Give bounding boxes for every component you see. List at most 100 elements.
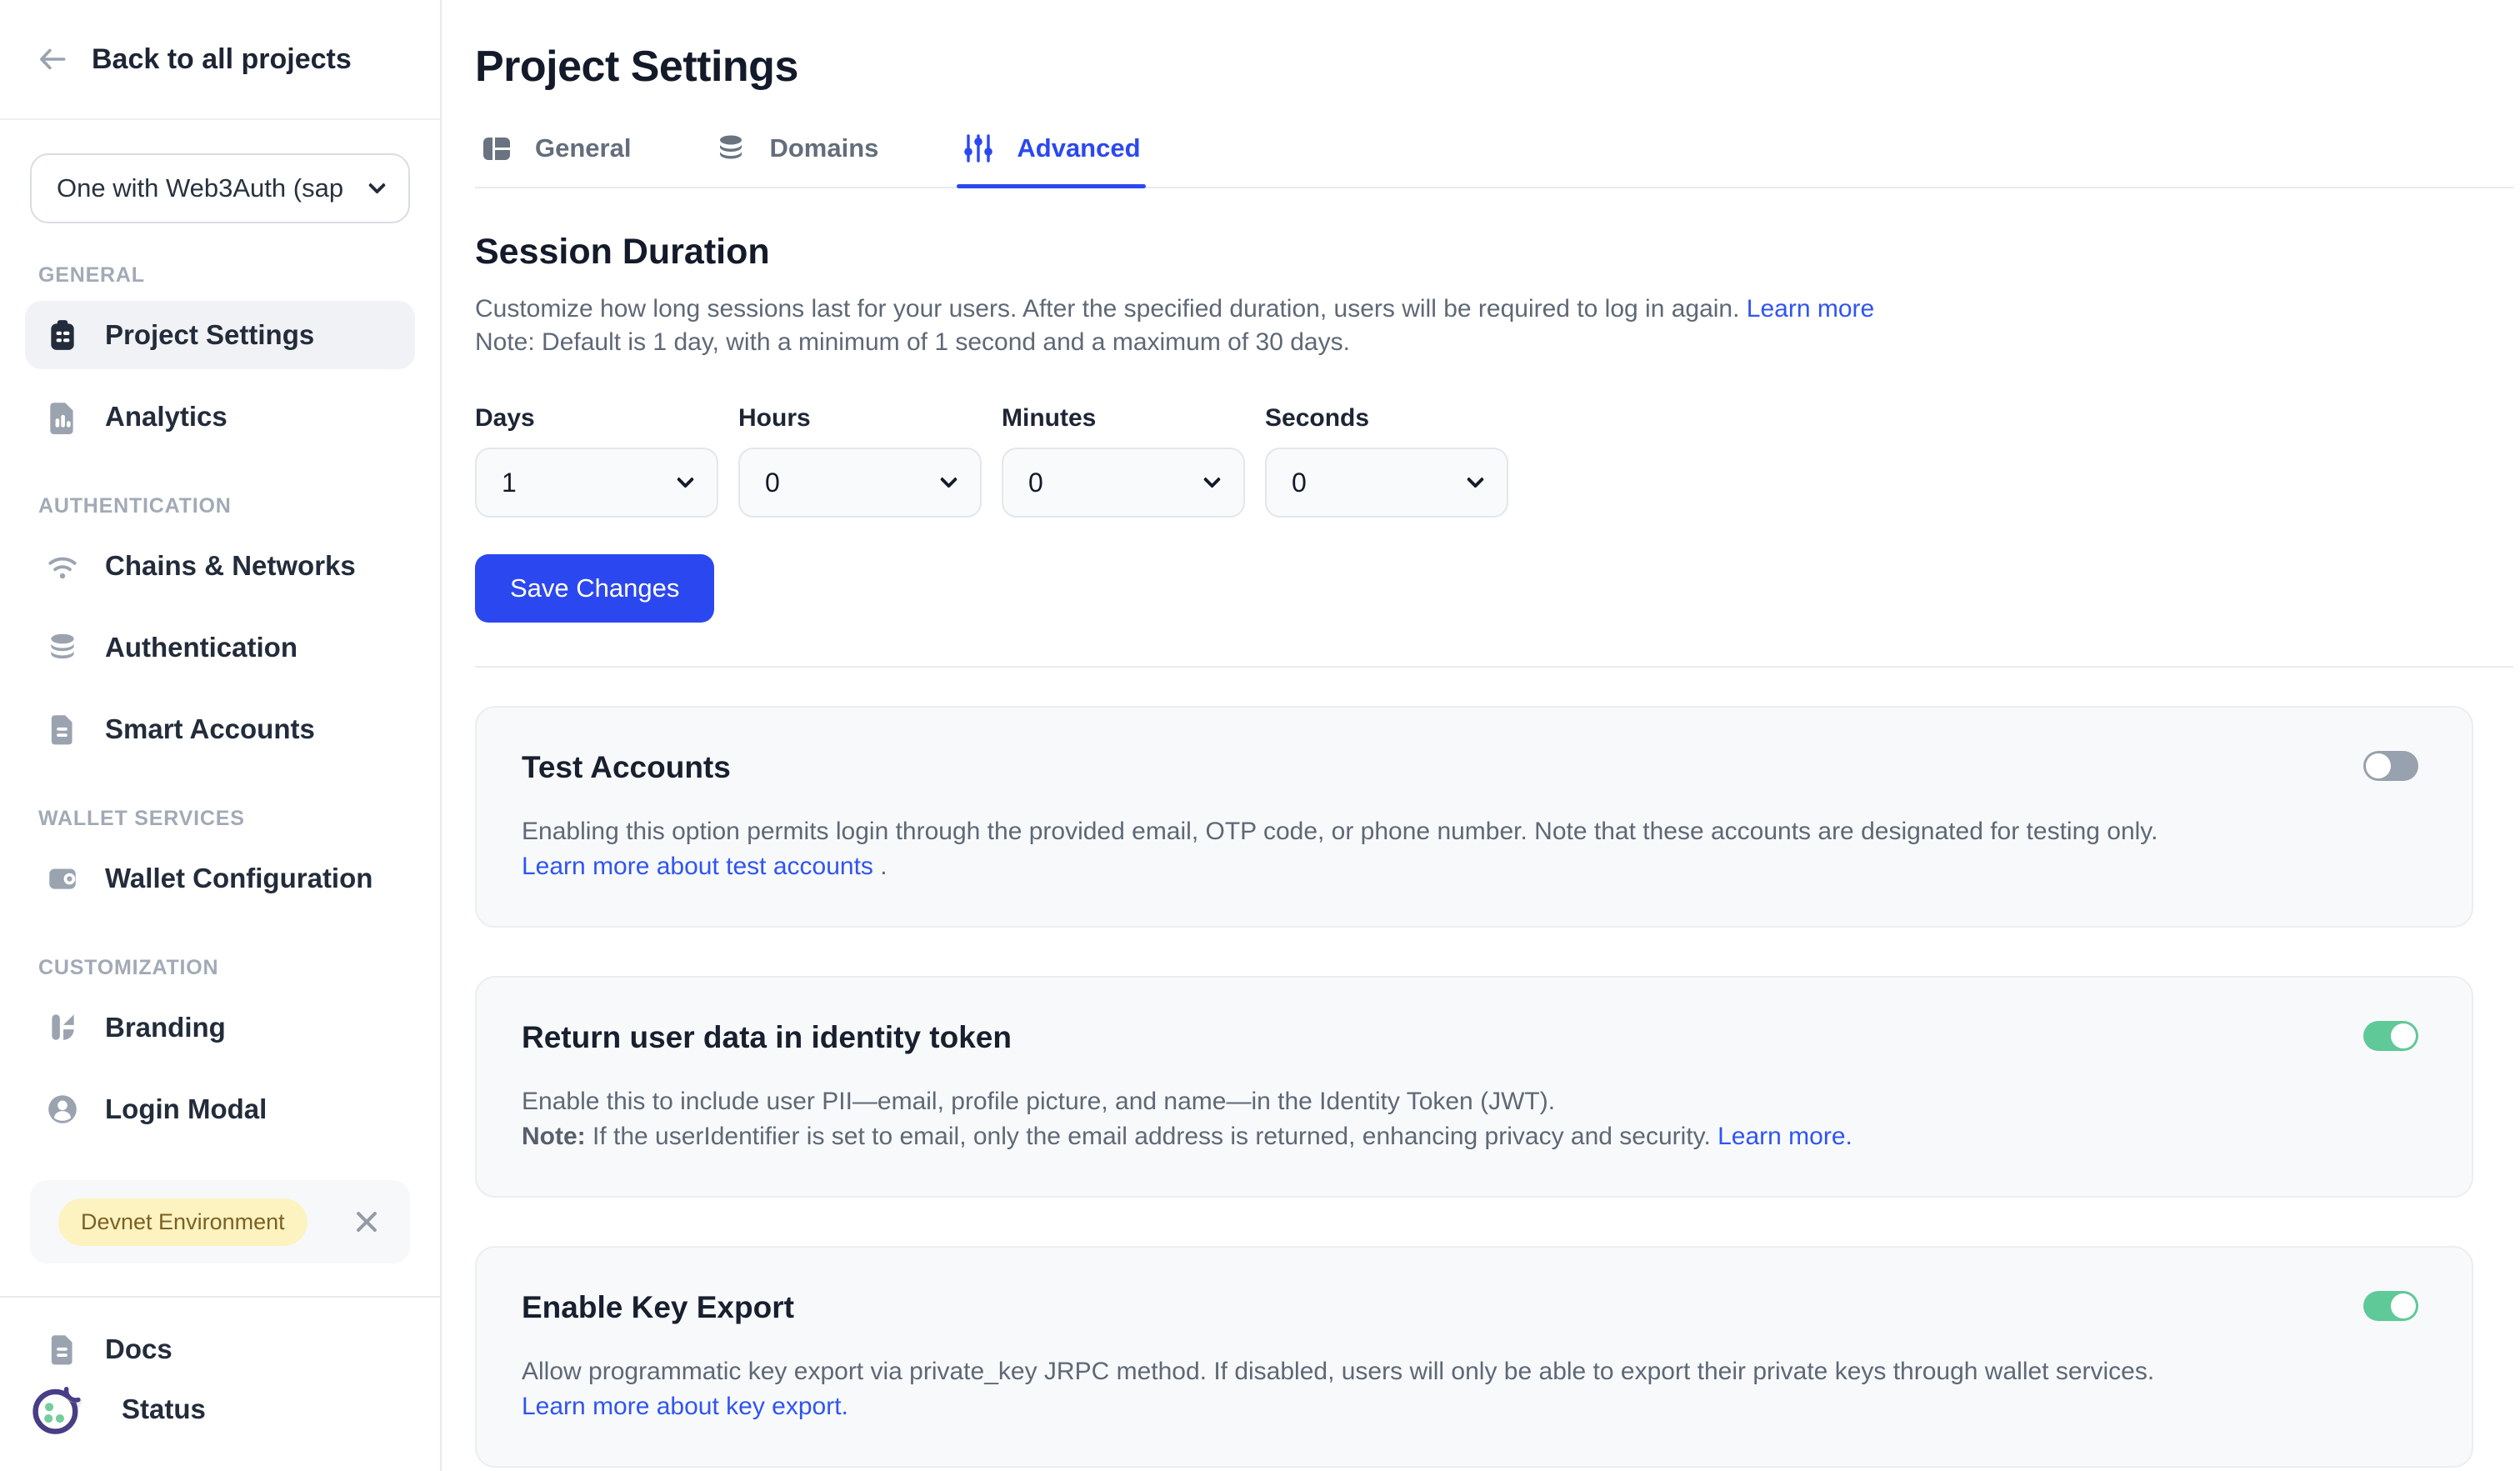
wallet-icon <box>45 861 80 896</box>
sidebar-item-branding[interactable]: Branding <box>25 993 415 1062</box>
sidebar-item-label: Branding <box>105 1012 226 1043</box>
sidebar-item-label: Wallet Configuration <box>105 863 372 894</box>
toggle-knob <box>2366 753 2391 778</box>
web3auth-dashboard: Back to all projects One with Web3Auth (… <box>0 0 2520 1471</box>
toggle-knob <box>2391 1293 2416 1318</box>
minutes-label: Minutes <box>1002 404 1245 433</box>
devnet-environment-box: Devnet Environment <box>30 1180 410 1263</box>
card-note-line: Note: If the userIdentifier is set to em… <box>522 1119 2427 1154</box>
description-text: Customize how long sessions last for you… <box>475 295 1739 323</box>
tab-label: General <box>535 133 631 163</box>
database-icon <box>714 132 748 165</box>
identity-token-card: Return user data in identity token Enabl… <box>475 976 2473 1198</box>
chevron-down-icon <box>368 176 386 193</box>
hours-value: 0 <box>765 468 780 498</box>
card-title: Enable Key Export <box>522 1289 2427 1326</box>
learn-more-test-accounts-link[interactable]: Learn more about test accounts <box>522 853 873 880</box>
section-label-general: GENERAL <box>38 263 415 288</box>
duration-fields: Days 1 Hours 0 Minutes 0 <box>475 404 2513 518</box>
section-label-authentication: AUTHENTICATION <box>38 494 415 518</box>
chevron-down-icon <box>1467 470 1484 488</box>
project-selector-value: One with Web3Auth (sap <box>57 173 358 203</box>
sidebar-item-label: Status <box>122 1393 206 1425</box>
close-icon[interactable] <box>352 1207 382 1237</box>
sidebar-item-smart-accounts[interactable]: Smart Accounts <box>25 695 415 763</box>
wifi-icon <box>45 548 80 583</box>
days-value: 1 <box>502 468 517 498</box>
sidebar-item-label: Docs <box>105 1333 172 1365</box>
database-icon <box>45 630 80 665</box>
minutes-select[interactable]: 0 <box>1002 448 1245 518</box>
chevron-down-icon <box>677 470 694 488</box>
field-minutes: Minutes 0 <box>1002 404 1245 518</box>
save-changes-button[interactable]: Save Changes <box>475 554 714 623</box>
palette-icon <box>45 1010 80 1045</box>
sidebar-item-chains-networks[interactable]: Chains & Networks <box>25 532 415 600</box>
section-label-wallet-services: WALLET SERVICES <box>38 807 415 831</box>
chevron-down-icon <box>1203 470 1221 488</box>
days-select[interactable]: 1 <box>475 448 718 518</box>
sidebar: Back to all projects One with Web3Auth (… <box>0 0 442 1471</box>
sidebar-item-status[interactable]: Status <box>25 1379 415 1439</box>
table-icon <box>480 132 513 165</box>
identity-token-toggle[interactable] <box>2363 1021 2418 1051</box>
arrow-left-icon <box>35 42 70 77</box>
sidebar-item-analytics[interactable]: Analytics <box>25 383 415 451</box>
tab-advanced[interactable]: Advanced <box>957 130 1145 187</box>
seconds-select[interactable]: 0 <box>1265 448 1508 518</box>
key-export-toggle[interactable] <box>2363 1291 2418 1321</box>
note-label: Note: <box>522 1123 586 1150</box>
card-text: Allow programmatic key export via privat… <box>522 1354 2427 1389</box>
card-body: Enabling this option permits login throu… <box>522 814 2180 884</box>
sliders-icon <box>962 132 995 165</box>
test-accounts-toggle[interactable] <box>2363 751 2418 781</box>
card-body: Enable this to include user PII—email, p… <box>522 1084 2427 1154</box>
card-text: Enable this to include user PII—email, p… <box>522 1084 2427 1119</box>
tab-general[interactable]: General <box>475 130 636 187</box>
section-label-customization: CUSTOMIZATION <box>38 956 415 980</box>
seconds-value: 0 <box>1292 468 1307 498</box>
learn-more-identity-link[interactable]: Learn more. <box>1718 1123 1852 1150</box>
clipboard-icon <box>45 318 80 353</box>
sidebar-item-docs[interactable]: Docs <box>25 1319 415 1379</box>
seconds-label: Seconds <box>1265 404 1508 433</box>
user-icon <box>45 1092 80 1127</box>
sidebar-item-label: Login Modal <box>105 1093 267 1125</box>
sidebar-item-label: Chains & Networks <box>105 550 356 582</box>
hours-select[interactable]: 0 <box>738 448 982 518</box>
section-divider <box>475 666 2513 668</box>
back-to-projects-link[interactable]: Back to all projects <box>0 0 440 120</box>
session-duration-description: Customize how long sessions last for you… <box>475 293 2513 359</box>
field-hours: Hours 0 <box>738 404 982 518</box>
main-content: Project Settings General Domains Advance… <box>442 0 2520 1471</box>
sidebar-item-authentication[interactable]: Authentication <box>25 613 415 682</box>
tab-domains[interactable]: Domains <box>709 130 883 187</box>
session-duration-heading: Session Duration <box>475 232 2513 273</box>
back-label: Back to all projects <box>92 43 352 76</box>
sidebar-item-label: Authentication <box>105 632 298 663</box>
sidebar-item-label: Analytics <box>105 401 228 433</box>
cookie-icon[interactable] <box>32 1382 87 1437</box>
toggle-knob <box>2391 1023 2416 1048</box>
tab-label: Advanced <box>1017 133 1140 163</box>
sidebar-item-label: Smart Accounts <box>105 713 315 745</box>
card-title: Return user data in identity token <box>522 1019 2427 1056</box>
field-seconds: Seconds 0 <box>1265 404 1508 518</box>
card-text: Enabling this option permits login throu… <box>522 818 2158 845</box>
field-days: Days 1 <box>475 404 718 518</box>
learn-more-key-export-link[interactable]: Learn more about key export. <box>522 1389 2427 1424</box>
hours-label: Hours <box>738 404 982 433</box>
test-accounts-card: Test Accounts Enabling this option permi… <box>475 706 2473 928</box>
learn-more-link[interactable]: Learn more <box>1747 295 1874 323</box>
sidebar-item-project-settings[interactable]: Project Settings <box>25 301 415 369</box>
card-text-suffix: . <box>873 853 888 880</box>
note-text: If the userIdentifier is set to email, o… <box>586 1123 1718 1150</box>
sidebar-nav: GENERAL Project Settings Analytics AUTHE… <box>0 223 440 1143</box>
card-body: Allow programmatic key export via privat… <box>522 1354 2427 1424</box>
sidebar-item-label: Project Settings <box>105 319 314 351</box>
analytics-icon <box>45 399 80 434</box>
days-label: Days <box>475 404 718 433</box>
sidebar-item-wallet-configuration[interactable]: Wallet Configuration <box>25 844 415 913</box>
project-selector-dropdown[interactable]: One with Web3Auth (sap <box>30 153 410 223</box>
sidebar-item-login-modal[interactable]: Login Modal <box>25 1075 415 1143</box>
